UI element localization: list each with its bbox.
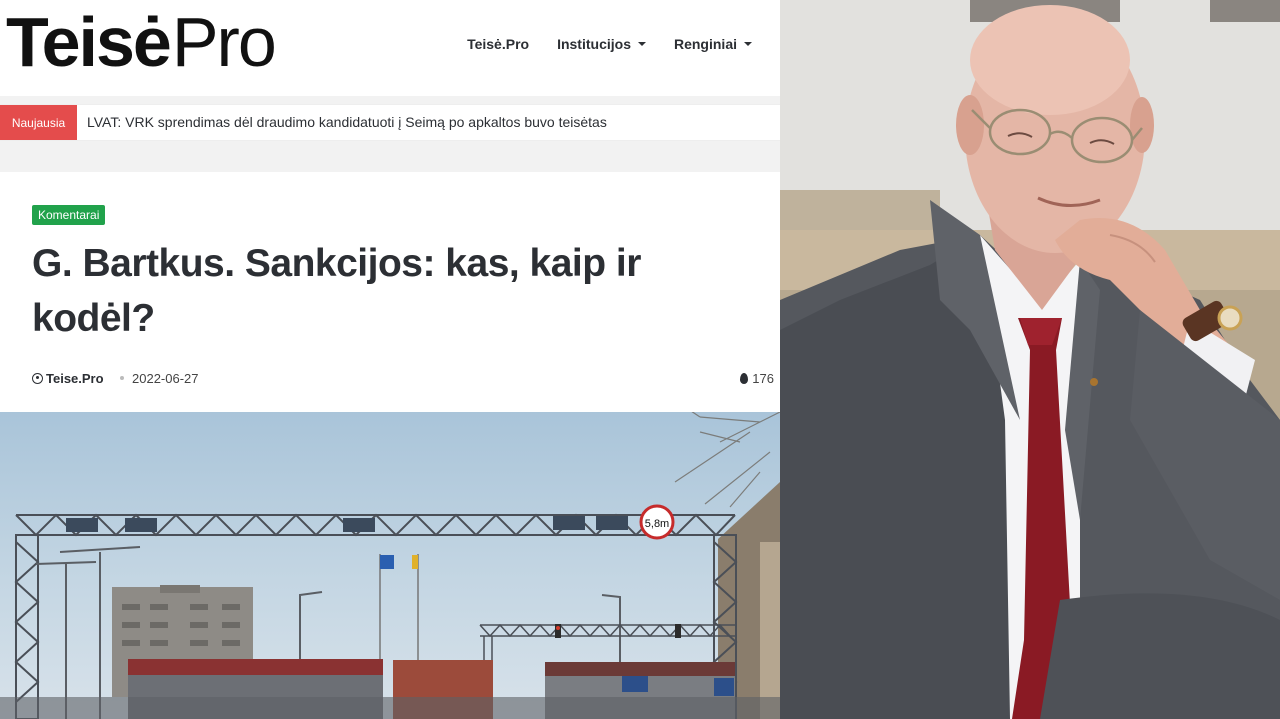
- logo-light: Pro: [171, 3, 277, 81]
- chevron-down-icon: [744, 42, 752, 46]
- nav-item-institucijos[interactable]: Institucijos: [557, 36, 646, 52]
- height-limit-sign: 5,8m: [639, 504, 675, 540]
- site-header: Teisė Pro Teisė.Pro Institucijos Renginia…: [0, 0, 780, 96]
- view-count: 176: [740, 371, 774, 386]
- author-name: Teise.Pro: [46, 371, 104, 386]
- category-badge[interactable]: Komentarai: [32, 205, 106, 225]
- portrait-illustration: [780, 0, 1280, 719]
- article-meta: Teise.Pro 2022-06-27 176: [32, 371, 774, 389]
- view-count-value: 176: [752, 371, 774, 386]
- nav-item-label: Teisė.Pro: [467, 36, 530, 52]
- border-checkpoint-illustration: 5,8m: [0, 412, 780, 719]
- logo-bold: Teisė: [6, 3, 172, 81]
- nav-item-renginiai[interactable]: Renginiai: [674, 36, 752, 52]
- height-limit-text: 5,8m: [645, 518, 669, 530]
- publish-date: 2022-06-27: [132, 371, 199, 386]
- fire-icon: [740, 373, 749, 384]
- article-page: Teisė Pro Teisė.Pro Institucijos Renginia…: [0, 0, 780, 719]
- author-portrait-photo: [780, 0, 1280, 719]
- nav-item-teise-pro[interactable]: Teisė.Pro: [467, 36, 529, 52]
- meta-separator: [120, 376, 124, 380]
- site-logo[interactable]: Teisė Pro: [6, 3, 277, 81]
- nav-item-label: Institucijos: [557, 36, 631, 52]
- author-link[interactable]: Teise.Pro: [32, 371, 104, 386]
- article-title: G. Bartkus. Sankcijos: kas, kaip ir kodė…: [32, 242, 641, 340]
- chevron-down-icon: [637, 42, 646, 46]
- main-nav: Teisė.Pro Institucijos Renginiai: [467, 36, 780, 52]
- featured-image-border-checkpoint: 5,8m: [0, 412, 780, 719]
- article-header: Komentarai G. Bartkus. Sankcijos: kas, k…: [0, 172, 780, 412]
- ticker-headline-link[interactable]: LVAT: VRK sprendimas dėl draudimo kandid…: [87, 105, 607, 140]
- ticker-label: Naujausia: [0, 105, 77, 140]
- breaking-news-ticker: Naujausia LVAT: VRK sprendimas dėl draud…: [0, 104, 780, 141]
- nav-item-label: Renginiai: [673, 36, 737, 52]
- user-icon: [32, 373, 43, 384]
